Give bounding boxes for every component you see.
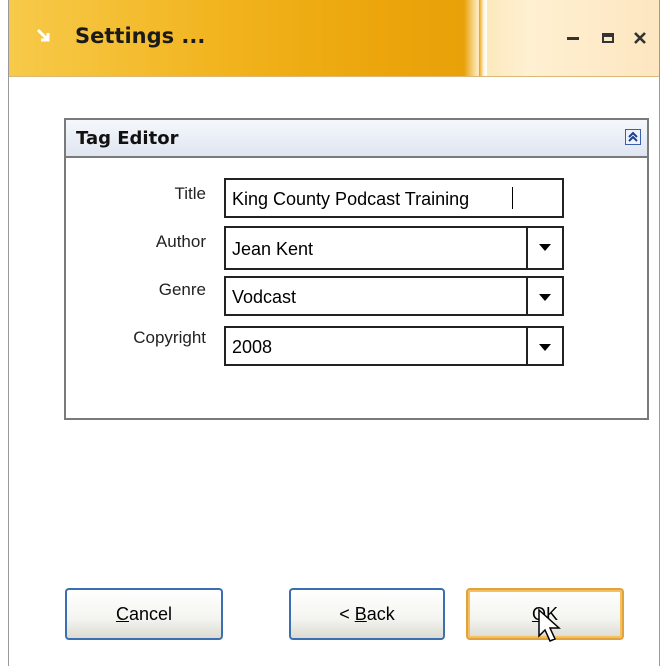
collapse-panel-button[interactable] <box>625 129 641 145</box>
back-button[interactable]: < Back <box>289 588 445 640</box>
genre-combobox[interactable]: Vodcast <box>224 276 564 316</box>
copyright-combobox[interactable]: 2008 <box>224 326 564 366</box>
genre-dropdown-button[interactable] <box>526 278 562 314</box>
copyright-label: Copyright <box>133 328 206 347</box>
panel-title: Tag Editor <box>76 128 179 149</box>
maximize-icon[interactable] <box>599 30 617 46</box>
panel-header: Tag Editor <box>66 120 647 158</box>
cancel-accel: C <box>115 604 129 624</box>
window-title: Settings ... <box>75 24 206 48</box>
author-label: Author <box>155 232 206 251</box>
dropdown-arrow-icon <box>539 294 551 301</box>
dropdown-arrow-icon <box>539 344 551 351</box>
app-arrow-icon <box>36 28 50 42</box>
back-accel: B <box>354 604 367 624</box>
text-caret <box>512 187 513 209</box>
title-bar-divider <box>479 0 487 76</box>
tag-editor-panel: Tag Editor Title King County Podcast Tra… <box>64 118 649 420</box>
author-combobox[interactable]: Jean Kent <box>224 226 564 270</box>
back-prefix: < <box>339 604 355 624</box>
genre-value: Vodcast <box>232 287 297 307</box>
title-input[interactable]: King County Podcast Training <box>224 178 564 218</box>
author-value: Jean Kent <box>232 239 314 259</box>
close-icon[interactable] <box>631 30 649 46</box>
cancel-button[interactable]: Cancel <box>65 588 223 640</box>
mouse-pointer-icon <box>538 608 561 642</box>
minimize-icon[interactable] <box>564 30 582 46</box>
author-dropdown-button[interactable] <box>526 228 562 268</box>
title-input-value: King County Podcast Training <box>232 189 470 209</box>
cancel-label: ancel <box>128 604 173 624</box>
settings-window: Settings ... Tag Editor Title King Count… <box>8 0 660 666</box>
title-label: Title <box>174 184 207 203</box>
title-bar[interactable]: Settings ... <box>9 0 659 77</box>
genre-label: Genre <box>158 280 206 299</box>
copyright-value: 2008 <box>232 337 273 357</box>
double-chevron-up-icon <box>628 131 638 142</box>
copyright-dropdown-button[interactable] <box>526 328 562 364</box>
back-label: ack <box>366 604 395 624</box>
dropdown-arrow-icon <box>539 244 551 251</box>
